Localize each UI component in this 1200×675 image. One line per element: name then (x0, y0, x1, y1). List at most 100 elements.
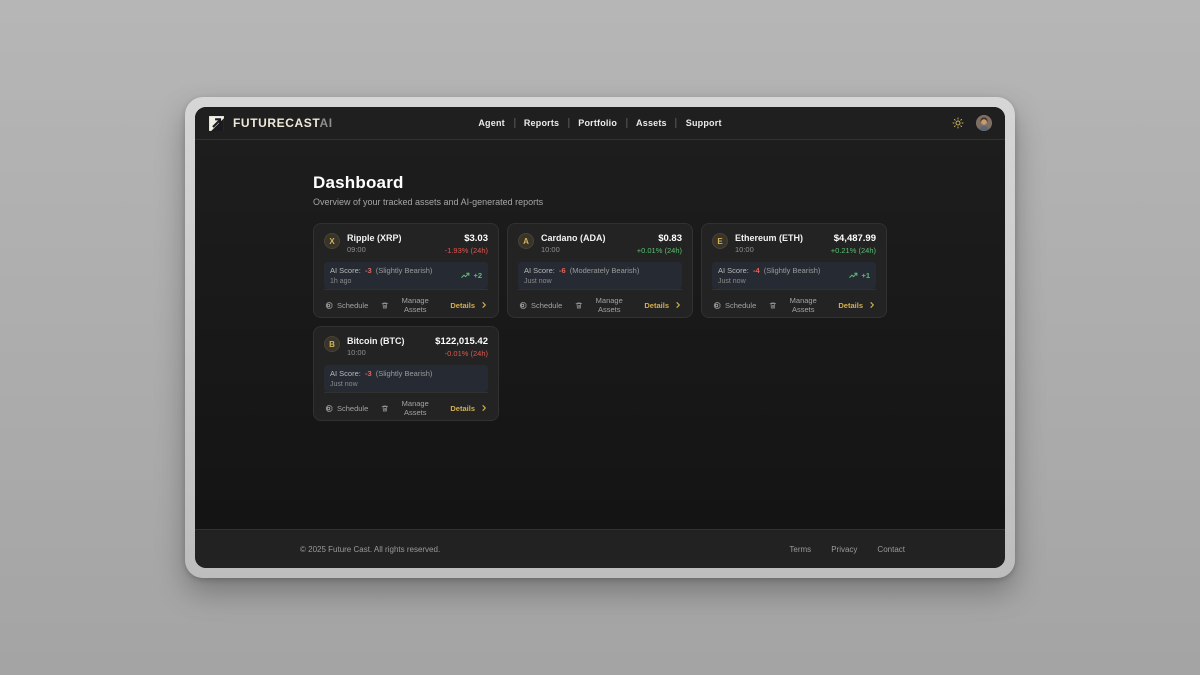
ai-score-lines: AI Score: -6 (Moderately Bearish) Just n… (524, 266, 639, 285)
asset-price-block: $4,487.99 +0.21% (24h) (831, 233, 876, 255)
user-avatar-image (976, 115, 992, 131)
gear-icon (518, 301, 527, 310)
schedule-button[interactable]: Schedule (712, 301, 756, 310)
asset-name: Ethereum (ETH) (735, 233, 803, 243)
details-button[interactable]: Details (838, 301, 876, 310)
nav-item-assets[interactable]: Assets (636, 118, 667, 128)
asset-card-actions: Schedule Manage Assets Details (324, 289, 488, 314)
nav-item-agent[interactable]: Agent (478, 118, 505, 128)
ai-score-line: AI Score: -6 (Moderately Bearish) (524, 266, 639, 275)
main-content: Dashboard Overview of your tracked asset… (195, 140, 1005, 529)
asset-identity: Ethereum (ETH) 10:00 (735, 233, 803, 254)
brand-logo-icon (208, 115, 225, 132)
asset-card: B Bitcoin (BTC) 10:00 $122,015.42 -0.01%… (313, 326, 499, 421)
brand-name-primary: FUTURECAST (233, 116, 319, 130)
footer-link-contact[interactable]: Contact (877, 545, 905, 554)
sun-icon (952, 117, 964, 129)
topbar-right (952, 115, 992, 131)
price-change: -1.93% (24h) (445, 246, 488, 255)
device-frame: FUTURECASTAI Agent Reports Portfolio Ass… (185, 97, 1015, 578)
ai-score-label: AI Score: (330, 369, 361, 378)
nav-separator (626, 118, 627, 128)
trending-up-icon (849, 271, 858, 280)
asset-card: E Ethereum (ETH) 10:00 $4,487.99 +0.21% … (701, 223, 887, 318)
asset-identity: Ripple (XRP) 09:00 (347, 233, 402, 254)
schedule-button-label: Schedule (337, 404, 368, 413)
user-avatar[interactable] (976, 115, 992, 131)
asset-identity: Cardano (ADA) 10:00 (541, 233, 606, 254)
manage-assets-button[interactable]: Manage Assets (381, 399, 437, 417)
details-button[interactable]: Details (644, 301, 682, 310)
ai-score-sentiment: (Slightly Bearish) (764, 266, 821, 275)
schedule-button[interactable]: Schedule (518, 301, 562, 310)
manage-assets-button[interactable]: Manage Assets (381, 296, 437, 314)
copyright-text: © 2025 Future Cast. All rights reserved. (300, 545, 440, 554)
manage-assets-button[interactable]: Manage Assets (769, 296, 825, 314)
footer-bar: © 2025 Future Cast. All rights reserved.… (195, 529, 1005, 568)
ai-score-lines: AI Score: -3 (Slightly Bearish) 1h ago (330, 266, 432, 285)
asset-price: $4,487.99 (831, 233, 876, 244)
ai-score-strip: AI Score: -6 (Moderately Bearish) Just n… (518, 262, 682, 289)
nav-separator (568, 118, 569, 128)
ai-score-updated: Just now (718, 278, 820, 285)
nav-separator (676, 118, 677, 128)
asset-initial: A (523, 237, 529, 246)
manage-assets-button-label: Manage Assets (393, 399, 437, 417)
ai-score-value: -6 (559, 266, 566, 275)
schedule-button-label: Schedule (337, 301, 368, 310)
asset-identity: Bitcoin (BTC) 10:00 (347, 336, 405, 357)
asset-card: X Ripple (XRP) 09:00 $3.03 -1.93% (24h) … (313, 223, 499, 318)
ai-score-strip: AI Score: -3 (Slightly Bearish) Just now (324, 365, 488, 392)
trash-icon (769, 301, 777, 310)
page-subtitle: Overview of your tracked assets and AI-g… (313, 197, 887, 207)
trending-up-icon (461, 271, 470, 280)
chevron-right-icon (868, 301, 876, 309)
chevron-right-icon (480, 404, 488, 412)
ai-score-sentiment: (Slightly Bearish) (376, 266, 433, 275)
asset-card-header: B Bitcoin (BTC) 10:00 $122,015.42 -0.01%… (324, 336, 488, 358)
ai-score-updated: 1h ago (330, 278, 432, 285)
asset-card-actions: Schedule Manage Assets Details (518, 289, 682, 314)
asset-card-actions: Schedule Manage Assets Details (712, 289, 876, 314)
schedule-button[interactable]: Schedule (324, 404, 368, 413)
asset-card-actions: Schedule Manage Assets Details (324, 392, 488, 417)
asset-time: 10:00 (541, 245, 606, 254)
asset-price-block: $0.83 +0.01% (24h) (637, 233, 682, 255)
schedule-button[interactable]: Schedule (324, 301, 368, 310)
footer-link-terms[interactable]: Terms (789, 545, 811, 554)
asset-price: $3.03 (445, 233, 488, 244)
gear-icon (712, 301, 721, 310)
price-change: +0.21% (24h) (831, 246, 876, 255)
details-button[interactable]: Details (450, 301, 488, 310)
ai-score-value: -3 (365, 266, 372, 275)
nav-item-portfolio[interactable]: Portfolio (578, 118, 617, 128)
asset-time: 10:00 (347, 348, 405, 357)
nav-item-reports[interactable]: Reports (524, 118, 559, 128)
manage-assets-button-label: Manage Assets (781, 296, 825, 314)
ai-score-updated: Just now (330, 381, 432, 388)
price-change: -0.01% (24h) (435, 349, 488, 358)
asset-initial: E (717, 237, 722, 246)
nav-item-support[interactable]: Support (686, 118, 722, 128)
ai-score-value: -4 (753, 266, 760, 275)
footer-link-privacy[interactable]: Privacy (831, 545, 857, 554)
brand-logo[interactable]: FUTURECASTAI (208, 115, 333, 132)
trend-badge: +2 (461, 271, 482, 280)
theme-toggle-button[interactable] (952, 117, 964, 129)
main-nav: Agent Reports Portfolio Assets Support (478, 107, 721, 139)
schedule-button-label: Schedule (531, 301, 562, 310)
asset-name: Bitcoin (BTC) (347, 336, 405, 346)
asset-avatar: E (712, 233, 728, 249)
asset-avatar: B (324, 336, 340, 352)
ai-score-label: AI Score: (524, 266, 555, 275)
chevron-right-icon (480, 301, 488, 309)
ai-score-strip: AI Score: -3 (Slightly Bearish) 1h ago +… (324, 262, 488, 289)
ai-score-line: AI Score: -3 (Slightly Bearish) (330, 266, 432, 275)
asset-card-header: E Ethereum (ETH) 10:00 $4,487.99 +0.21% … (712, 233, 876, 255)
manage-assets-button-label: Manage Assets (587, 296, 631, 314)
manage-assets-button[interactable]: Manage Assets (575, 296, 631, 314)
ai-score-updated: Just now (524, 278, 639, 285)
asset-initial: B (329, 340, 335, 349)
chevron-right-icon (674, 301, 682, 309)
details-button[interactable]: Details (450, 404, 488, 413)
